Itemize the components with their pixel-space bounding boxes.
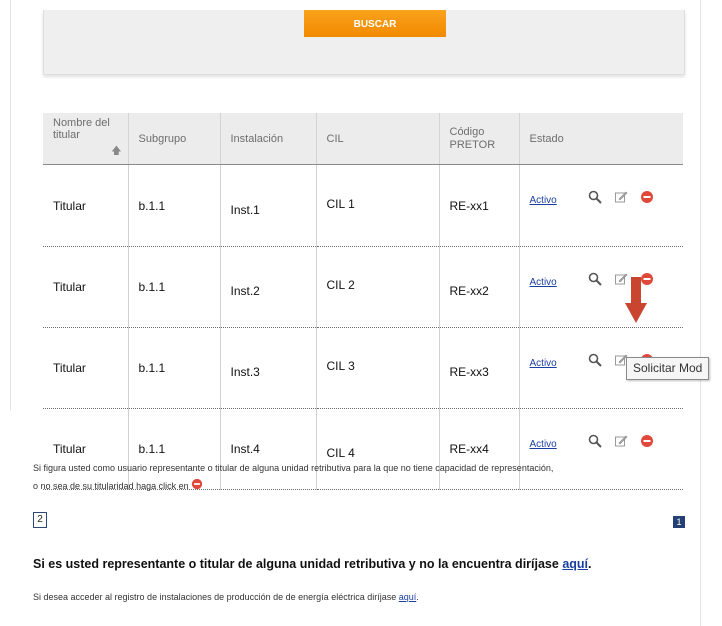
cell-titular: Titular [43, 164, 129, 247]
remove-icon[interactable] [640, 434, 654, 448]
estado-link[interactable]: Activo [530, 439, 557, 450]
edit-icon[interactable] [614, 190, 628, 204]
search-icon[interactable] [588, 272, 602, 286]
header-pretor[interactable]: Código PRETOR [439, 113, 520, 165]
buscar-button[interactable]: BUSCAR [304, 10, 446, 37]
table-row: Titular b.1.1 Inst.1 CIL 1 RE-xx1 Activo [43, 164, 683, 247]
notice-line2: o no sea de su titularidad haga click en [33, 481, 189, 491]
header-cil[interactable]: CIL [316, 113, 440, 165]
cell-pretor: RE-xx2 [439, 246, 520, 328]
header-pretor-line2: PRETOR [449, 138, 496, 151]
representation-notice: Si figura usted como usuario representan… [33, 459, 693, 496]
registry-link[interactable]: aquí [399, 592, 417, 602]
header-estado[interactable]: Estado [519, 113, 683, 165]
find-unit-link[interactable]: aquí [562, 557, 588, 571]
notice-line1: Si figura usted como usuario representan… [33, 463, 554, 473]
search-panel: BUSCAR [43, 10, 685, 75]
estado-link[interactable]: Activo [530, 277, 557, 288]
registry-text: Si desea acceder al registro de instalac… [33, 592, 397, 602]
left-border [10, 0, 11, 410]
cell-estado: Activo [519, 164, 683, 247]
header-titular[interactable]: Nombre del titular 🡅 [43, 113, 129, 165]
find-unit-suffix: . [588, 557, 592, 571]
row-actions [588, 190, 654, 204]
table-row: Titular b.1.1 Inst.2 CIL 2 RE-xx2 Activo [43, 246, 683, 328]
header-titular-line1: Nombre del [53, 117, 110, 129]
search-icon[interactable] [588, 353, 602, 367]
annotation-arrow-icon [625, 277, 647, 323]
cell-pretor: RE-xx1 [439, 164, 520, 247]
results-table: Nombre del titular 🡅 Subgrupo Instalació… [43, 113, 683, 490]
header-titular-line2: titular [53, 129, 80, 141]
row-actions [588, 434, 654, 448]
cell-cil: CIL 3 [316, 327, 440, 409]
find-unit-text: Si es usted representante o titular de a… [33, 557, 559, 571]
edit-icon[interactable] [614, 434, 628, 448]
cell-instalacion: Inst.1 [220, 164, 317, 247]
tooltip: Solicitar Mod [626, 357, 710, 380]
sort-up-icon[interactable]: 🡅 [111, 146, 121, 158]
estado-link[interactable]: Activo [530, 358, 557, 369]
cell-cil: CIL 1 [316, 164, 440, 247]
page-2-button[interactable]: 2 [33, 512, 47, 528]
page-current-button[interactable]: 1 [673, 516, 685, 528]
estado-link[interactable]: Activo [530, 195, 557, 206]
cell-pretor: RE-xx3 [439, 327, 520, 409]
search-icon[interactable] [588, 190, 602, 204]
cell-cil: CIL 2 [316, 246, 440, 328]
find-unit-notice: Si es usted representante o titular de a… [33, 557, 592, 571]
cell-instalacion: Inst.3 [220, 327, 317, 409]
cell-titular: Titular [43, 246, 129, 328]
table-row: Titular b.1.1 Inst.3 CIL 3 RE-xx3 Activo [43, 327, 683, 409]
registry-suffix: . [416, 592, 419, 602]
cell-estado: Activo [519, 246, 683, 328]
cell-subgrupo: b.1.1 [128, 327, 221, 409]
header-instalacion[interactable]: Instalación [220, 113, 317, 165]
header-pretor-line1: Código [449, 125, 485, 138]
cell-subgrupo: b.1.1 [128, 164, 221, 247]
results-table-container: Nombre del titular 🡅 Subgrupo Instalació… [43, 113, 683, 490]
cell-instalacion: Inst.2 [220, 246, 317, 328]
right-border [700, 0, 701, 626]
remove-icon[interactable] [640, 190, 654, 204]
table-header-row: Nombre del titular 🡅 Subgrupo Instalació… [43, 113, 683, 165]
cell-titular: Titular [43, 327, 129, 409]
search-icon[interactable] [588, 434, 602, 448]
remove-icon[interactable] [191, 478, 203, 496]
header-subgrupo[interactable]: Subgrupo [128, 113, 221, 165]
cell-subgrupo: b.1.1 [128, 246, 221, 328]
registry-notice: Si desea acceder al registro de instalac… [33, 592, 419, 602]
